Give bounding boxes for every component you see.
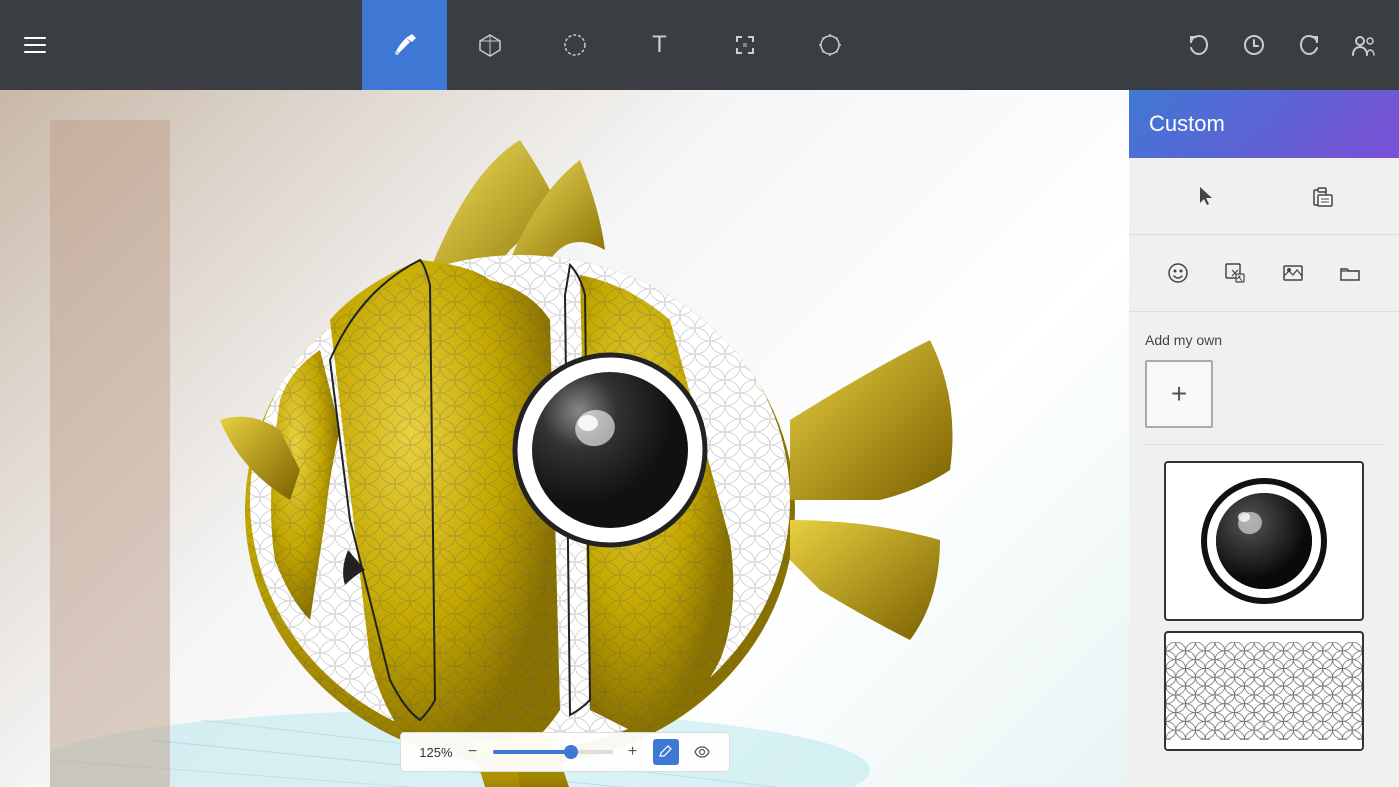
text-tool-button[interactable]: T bbox=[617, 0, 702, 90]
zoom-eye-button[interactable] bbox=[689, 739, 715, 765]
texture-edit-button[interactable] bbox=[1215, 253, 1255, 293]
texture-edit-icon bbox=[1224, 262, 1246, 284]
3d-shape-icon bbox=[477, 32, 503, 58]
zoom-edit-button[interactable] bbox=[653, 739, 679, 765]
add-my-own-label: Add my own bbox=[1145, 332, 1383, 348]
panel-divider bbox=[1145, 444, 1383, 445]
paste-tool-button[interactable] bbox=[1302, 176, 1342, 216]
eye-sticker-preview bbox=[1194, 471, 1334, 611]
plus-icon: + bbox=[1171, 378, 1187, 410]
redo-button[interactable] bbox=[1284, 0, 1334, 90]
folder-button[interactable] bbox=[1330, 253, 1370, 293]
fish-canvas bbox=[50, 120, 1050, 787]
brush-icon bbox=[392, 32, 418, 58]
zoom-in-button[interactable]: + bbox=[623, 743, 643, 761]
zoom-slider-track[interactable] bbox=[493, 750, 613, 754]
resize-icon bbox=[732, 32, 758, 58]
panel-header: Custom bbox=[1129, 90, 1399, 158]
menu-button[interactable] bbox=[10, 0, 60, 90]
resize-tool-button[interactable] bbox=[702, 0, 787, 90]
history-icon bbox=[1242, 33, 1266, 57]
sticker-eye-item[interactable] bbox=[1164, 461, 1364, 621]
toolbar-right bbox=[1174, 0, 1389, 90]
sticker-scales-item[interactable] bbox=[1164, 631, 1364, 751]
stickers-button[interactable] bbox=[1158, 253, 1198, 293]
canvas-area[interactable]: 125% − + bbox=[0, 90, 1129, 787]
collab-button[interactable] bbox=[1339, 0, 1389, 90]
folder-icon bbox=[1339, 262, 1361, 284]
image-icon bbox=[1282, 262, 1304, 284]
image-button[interactable] bbox=[1273, 253, 1313, 293]
text-icon: T bbox=[652, 31, 667, 59]
panel-content: Add my own + bbox=[1129, 312, 1399, 787]
zoom-bar: 125% − + bbox=[400, 732, 730, 772]
collab-icon bbox=[1351, 33, 1377, 57]
panel-icons-row2 bbox=[1129, 235, 1399, 312]
sticker-grid bbox=[1145, 461, 1383, 751]
undo-button[interactable] bbox=[1174, 0, 1224, 90]
toolbar: T bbox=[0, 0, 1399, 90]
add-my-own-button[interactable]: + bbox=[1145, 360, 1213, 428]
history-button[interactable] bbox=[1229, 0, 1279, 90]
scales-sticker-preview bbox=[1166, 641, 1362, 741]
select-tool-button[interactable] bbox=[532, 0, 617, 90]
undo-icon bbox=[1187, 33, 1211, 57]
pencil-icon bbox=[659, 745, 673, 759]
select-icon bbox=[562, 32, 588, 58]
right-panel: Custom bbox=[1129, 90, 1399, 787]
redo-icon bbox=[1297, 33, 1321, 57]
3d-shape-tool-button[interactable] bbox=[447, 0, 532, 90]
zoom-slider-fill bbox=[493, 750, 571, 754]
cursor-tool-button[interactable] bbox=[1187, 176, 1227, 216]
panel-title: Custom bbox=[1149, 111, 1225, 137]
panel-icons-row1 bbox=[1129, 158, 1399, 235]
zoom-out-button[interactable]: − bbox=[463, 743, 483, 761]
tool-group: T bbox=[60, 0, 1174, 90]
hamburger-icon bbox=[24, 37, 46, 53]
effects-icon bbox=[817, 32, 843, 58]
eye-icon bbox=[694, 746, 710, 758]
zoom-percent-label: 125% bbox=[415, 745, 453, 760]
paste-icon bbox=[1311, 185, 1333, 207]
stickers-icon bbox=[1167, 262, 1189, 284]
brush-tool-button[interactable] bbox=[362, 0, 447, 90]
zoom-slider-thumb[interactable] bbox=[564, 745, 578, 759]
cursor-icon bbox=[1196, 185, 1218, 207]
effects-tool-button[interactable] bbox=[787, 0, 872, 90]
